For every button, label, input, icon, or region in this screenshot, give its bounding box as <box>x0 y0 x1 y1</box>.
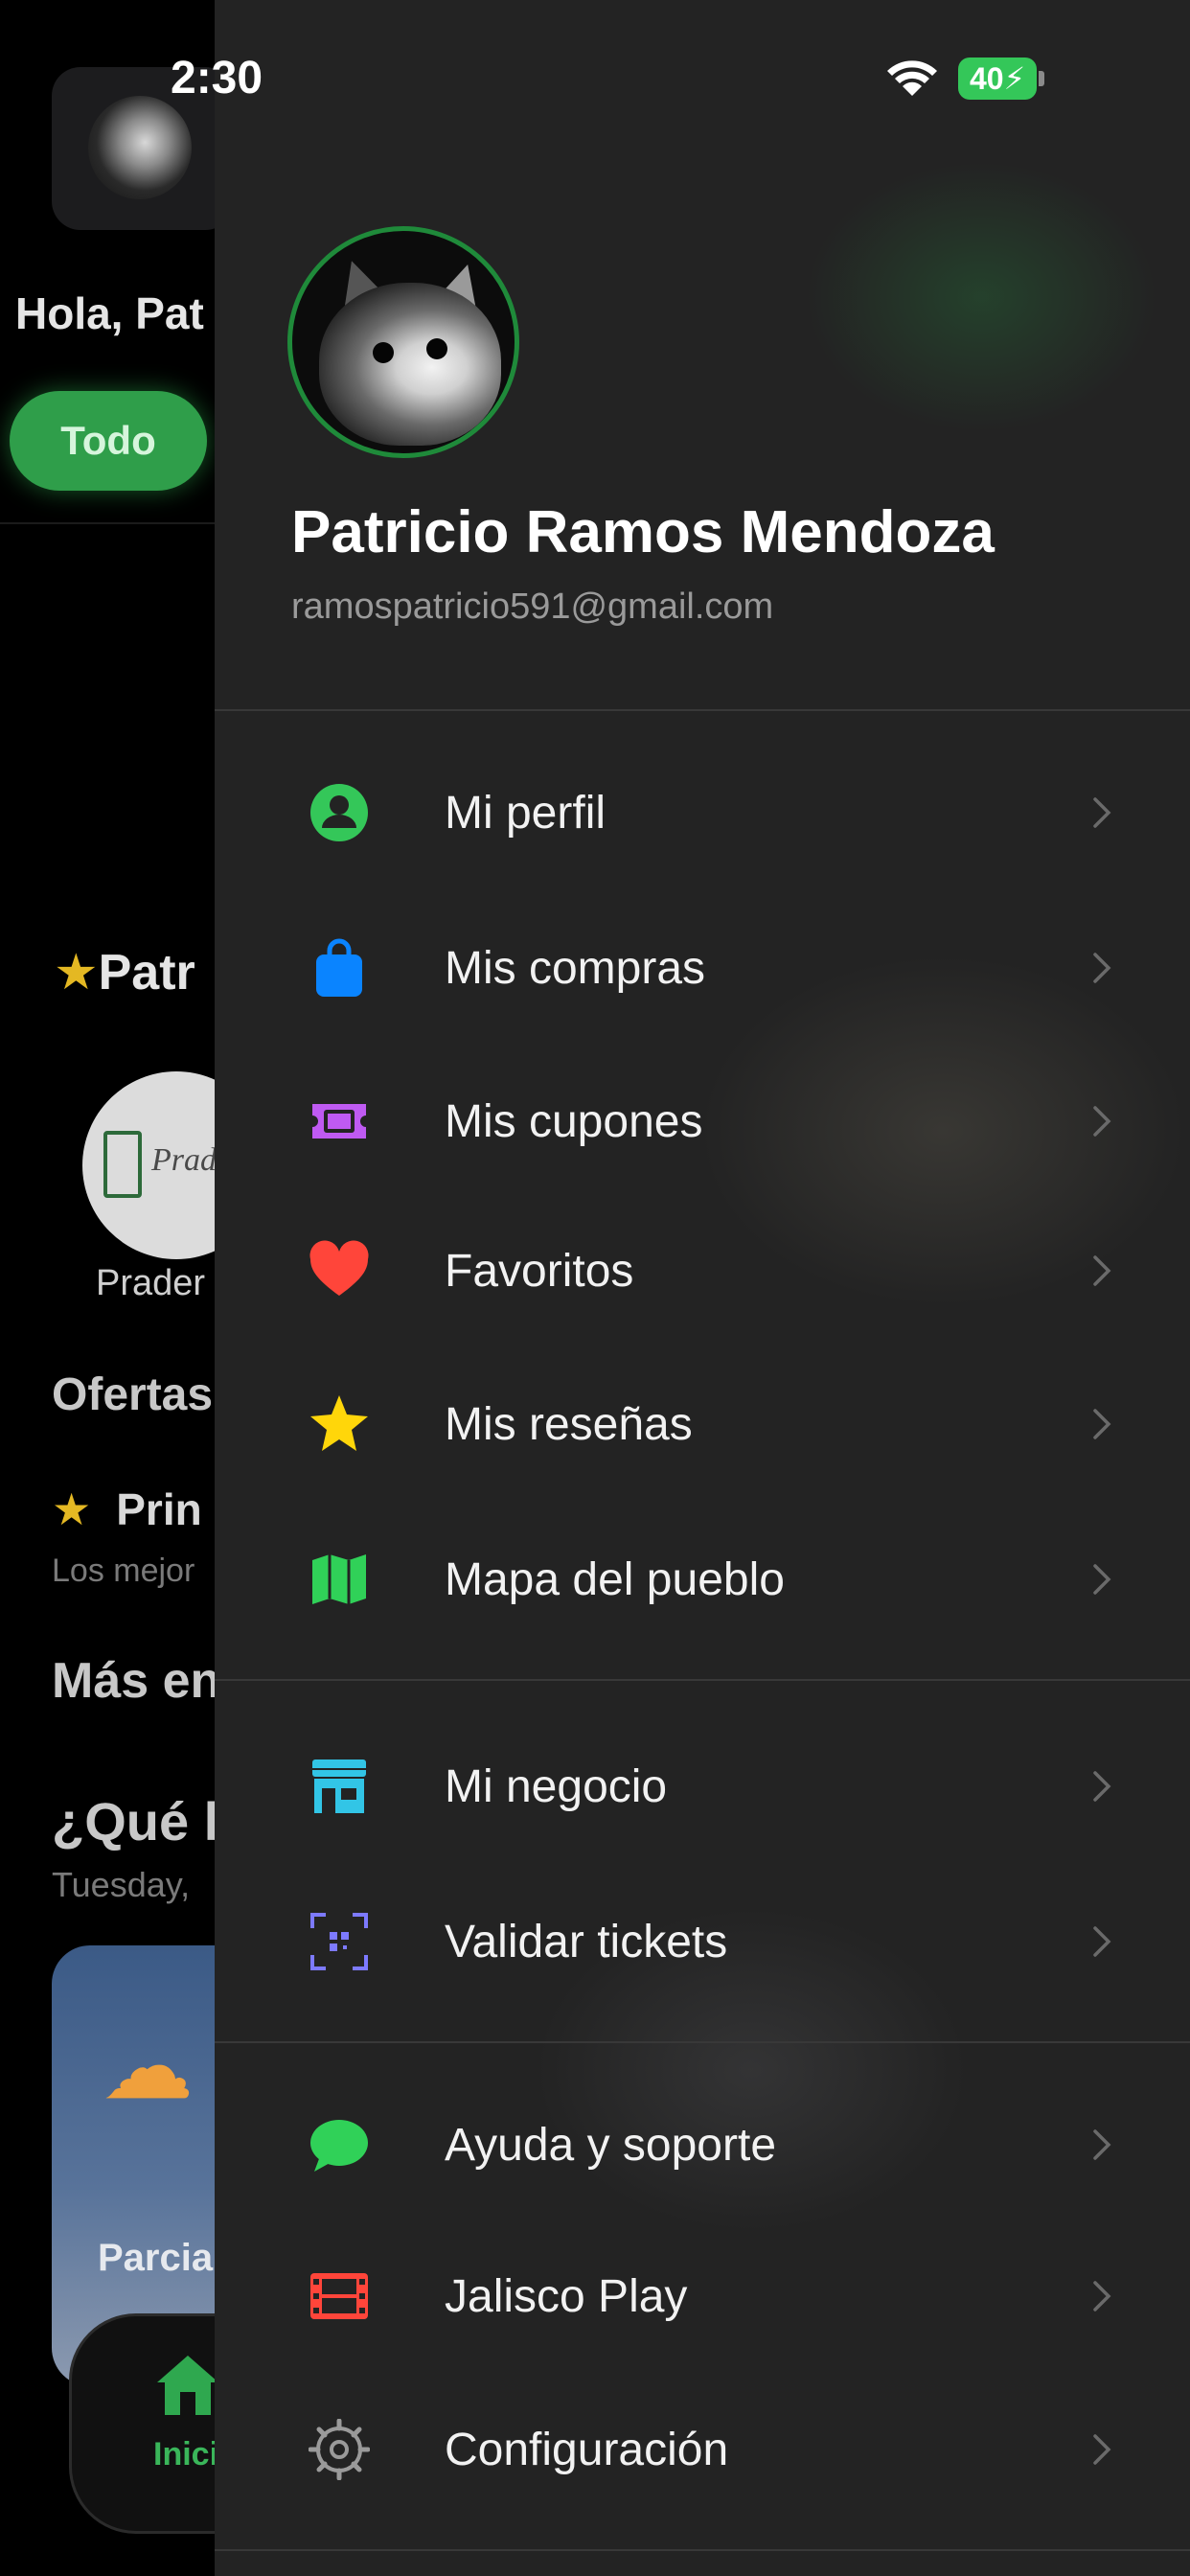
menu-divider <box>215 1679 1190 1681</box>
weather-condition: Parcia <box>98 2237 214 2279</box>
profile-name: Patricio Ramos Mendoza <box>291 499 995 565</box>
menu-item-validar-tickets[interactable]: Validar tickets <box>215 1874 1190 2009</box>
cat-photo <box>319 283 501 446</box>
menu-item-label: Ayuda y soporte <box>445 2119 777 2171</box>
menu-divider <box>215 709 1190 711</box>
home-greeting: Hola, Pat <box>15 288 204 338</box>
business-logo-text: Prad <box>151 1142 217 1178</box>
menu-item-mapa-del-pueblo[interactable]: Mapa del pueblo <box>215 1512 1190 1646</box>
menu-item-label: Mis compras <box>445 942 706 994</box>
chevron-right-icon <box>1093 2434 1111 2465</box>
chevron-right-icon <box>1093 1255 1111 1286</box>
star-icon <box>309 1393 370 1455</box>
home-section-title: ★Patr <box>54 945 195 1000</box>
whats-on-date: Tuesday, <box>52 1865 191 1904</box>
logo-mark-icon <box>103 1131 142 1198</box>
home-divider <box>0 522 230 524</box>
status-time: 2:30 <box>171 53 263 104</box>
star-icon: ★ <box>54 945 99 1000</box>
chevron-right-icon <box>1093 953 1111 983</box>
chevron-right-icon <box>1093 1106 1111 1137</box>
menu-item-label: Mis reseñas <box>445 1398 693 1450</box>
menu-item-label: Favoritos <box>445 1245 634 1297</box>
menu-item-favoritos[interactable]: Favoritos <box>215 1204 1190 1338</box>
chevron-right-icon <box>1093 2129 1111 2160</box>
menu-item-mis-compras[interactable]: Mis compras <box>215 901 1190 1035</box>
menu-item-mis-cupones[interactable]: Mis cupones <box>215 1054 1190 1188</box>
person-circle-icon <box>309 782 370 843</box>
chevron-right-icon <box>1093 1564 1111 1595</box>
featured-title: ★ Prin <box>52 1484 202 1534</box>
menu-divider <box>215 2549 1190 2551</box>
qr-scan-icon <box>309 1911 370 1972</box>
filter-pill-all[interactable]: Todo <box>10 391 207 491</box>
home-avatar <box>88 96 192 199</box>
shopping-bag-icon <box>309 937 370 999</box>
storefront-icon <box>309 1756 370 1817</box>
offers-title: Ofertas <box>52 1369 214 1420</box>
business-logo-label: Prader <box>96 1263 206 1303</box>
gear-icon <box>309 2419 370 2480</box>
featured-subtitle: Los mejor <box>52 1552 195 1589</box>
whats-on-title: ¿Qué l <box>52 1791 219 1852</box>
chevron-right-icon <box>1093 1926 1111 1957</box>
tab-home-label[interactable]: Inici <box>153 2436 218 2473</box>
chevron-right-icon <box>1093 1409 1111 1439</box>
partly-cloudy-icon: ☁ <box>102 2015 194 2118</box>
menu-item-label: Configuración <box>445 2424 729 2475</box>
star-icon: ★ <box>52 1484 92 1534</box>
chevron-right-icon <box>1093 797 1111 828</box>
film-icon <box>309 2266 370 2327</box>
chevron-right-icon <box>1093 1771 1111 1802</box>
menu-item-label: Mi perfil <box>445 787 606 839</box>
battery-level: 40 ⚡ <box>958 58 1037 100</box>
menu-item-label: Mapa del pueblo <box>445 1553 785 1605</box>
side-drawer-menu: Patricio Ramos Mendoza ramospatricio591@… <box>215 0 1190 2576</box>
menu-item-jalisco-play[interactable]: Jalisco Play <box>215 2229 1190 2363</box>
more-title: Más en <box>52 1653 221 1709</box>
coupon-ticket-icon <box>309 1091 370 1152</box>
menu-item-mis-resenas[interactable]: Mis reseñas <box>215 1357 1190 1491</box>
profile-avatar[interactable] <box>287 226 519 458</box>
chat-bubble-icon <box>309 2114 370 2175</box>
heart-icon <box>309 1240 370 1301</box>
menu-item-label: Validar tickets <box>445 1916 728 1967</box>
profile-email: ramospatricio591@gmail.com <box>291 586 774 627</box>
menu-item-mi-negocio[interactable]: Mi negocio <box>215 1719 1190 1853</box>
map-icon <box>309 1549 370 1610</box>
wifi-icon <box>887 60 937 96</box>
charging-bolt-icon: ⚡ <box>1003 61 1026 96</box>
menu-item-ayuda-y-soporte[interactable]: Ayuda y soporte <box>215 2078 1190 2212</box>
menu-item-mi-perfil[interactable]: Mi perfil <box>215 746 1190 880</box>
menu-item-label: Mi negocio <box>445 1760 668 1812</box>
menu-item-label: Mis cupones <box>445 1095 703 1147</box>
menu-item-label: Jalisco Play <box>445 2270 688 2322</box>
battery-indicator: 40 ⚡ <box>958 58 1044 100</box>
menu-divider <box>215 2041 1190 2043</box>
menu-item-configuracion[interactable]: Configuración <box>215 2382 1190 2517</box>
chevron-right-icon <box>1093 2281 1111 2312</box>
